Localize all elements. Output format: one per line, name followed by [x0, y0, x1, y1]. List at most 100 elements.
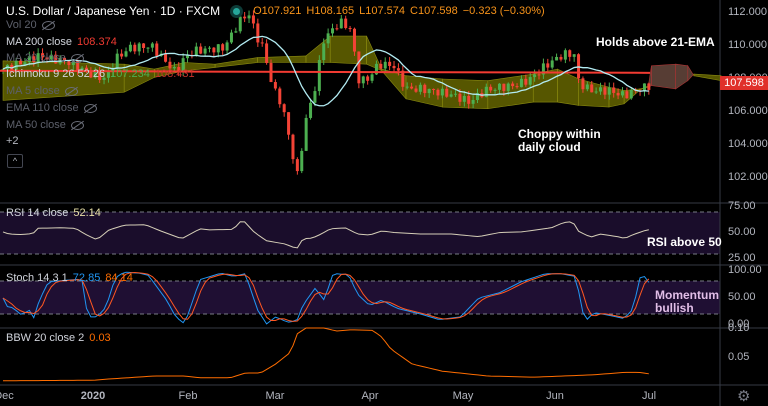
ichimoku-cloud-segment: [651, 63, 676, 90]
candle-body: [647, 83, 651, 90]
settings-gear-icon[interactable]: ⚙: [737, 387, 750, 405]
candle-body: [207, 47, 211, 49]
legend-more-label: +2: [6, 135, 19, 147]
annotation-momentum-line2: bullish: [655, 301, 694, 315]
candle-body: [146, 47, 150, 49]
candle-body: [278, 88, 282, 105]
candle-body: [590, 84, 594, 93]
candle-body: [427, 88, 431, 94]
legend-vol-label: Vol 20: [6, 19, 37, 31]
time-tick: 2020: [80, 390, 106, 402]
candle-body: [603, 87, 607, 95]
candle-body: [352, 28, 356, 52]
time-tick: Jul: [641, 390, 657, 402]
annotation-rsi: RSI above 50: [647, 235, 722, 249]
candle-body: [493, 89, 497, 91]
time-tick: Mar: [265, 390, 285, 402]
legend-ema110[interactable]: EMA 110 close: [6, 102, 97, 114]
legend-bbw[interactable]: BBW 20 close 2 0.03: [6, 332, 111, 344]
collapse-legend-button[interactable]: ^: [7, 154, 23, 168]
candle-body: [383, 61, 387, 69]
legend-more[interactable]: +2: [6, 135, 19, 147]
candle-body: [120, 53, 124, 57]
ichimoku-cloud-segment: [687, 64, 695, 82]
price-tick: 104.000: [728, 138, 768, 150]
rsi-tick: 50.00: [728, 226, 756, 238]
legend-ichimoku-label: Ichimoku 9 26 52 26: [6, 68, 106, 80]
legend-ichimoku[interactable]: Ichimoku 9 26 52 26 107.234 108.431: [6, 68, 195, 80]
legend-vol[interactable]: Vol 20: [6, 19, 55, 31]
legend-stoch[interactable]: Stoch 14 3 1 72.85 84.14: [6, 272, 133, 284]
legend-ma50[interactable]: MA 50 close: [6, 119, 84, 131]
candle-body: [497, 83, 501, 90]
candle-body: [212, 47, 216, 53]
legend-ma200-label: MA 200 close: [6, 36, 73, 48]
hidden-eye-icon[interactable]: [41, 20, 55, 30]
candle-body: [572, 54, 576, 57]
hidden-eye-icon[interactable]: [83, 103, 97, 113]
hidden-eye-icon[interactable]: [70, 53, 84, 63]
candle-body: [559, 56, 563, 60]
ohlc-change: −0.323 (−0.30%): [462, 5, 545, 17]
candle-body: [225, 42, 229, 51]
legend-ma50-label: MA 50 close: [6, 119, 66, 131]
candle-body: [348, 28, 352, 30]
price-tick: 106.000: [728, 105, 768, 117]
time-tick: Feb: [178, 390, 198, 402]
candle-body: [405, 86, 409, 88]
candle-body: [366, 76, 370, 81]
legend-ma20[interactable]: MA 20 close: [6, 52, 84, 64]
ichimoku-cloud-segment: [693, 73, 722, 82]
candle-body: [515, 86, 519, 88]
legend-ma5-label: MA 5 close: [6, 85, 60, 97]
ohlc-open: O107.921: [253, 5, 302, 17]
legend-stoch-label: Stoch 14 3 1: [6, 272, 68, 284]
legend-ichimoku-value-1: 107.234: [110, 68, 150, 80]
candle-body: [203, 48, 207, 54]
candle-body: [585, 84, 589, 90]
candle-body: [612, 87, 616, 93]
candle-body: [370, 74, 374, 81]
legend-rsi-value: 52.14: [73, 207, 101, 219]
candle-body: [519, 78, 523, 88]
candle-body: [568, 50, 572, 57]
candle-body: [313, 91, 317, 103]
legend-rsi[interactable]: RSI 14 close 52.14: [6, 207, 101, 219]
stoch-tick: 100.00: [728, 264, 762, 276]
candle-body: [335, 28, 339, 30]
candle-body: [216, 44, 220, 53]
legend-ma5[interactable]: MA 5 close: [6, 85, 78, 97]
candle-body: [339, 18, 343, 29]
candle-body: [300, 150, 304, 172]
candle-body: [142, 43, 146, 48]
candle-body: [436, 89, 440, 96]
candle-body: [326, 33, 330, 44]
ichimoku-cloud-segment: [305, 35, 331, 63]
rsi-tick: 25.00: [728, 252, 756, 264]
candle-body: [594, 91, 598, 93]
legend-ma200[interactable]: MA 200 close 108.374: [6, 36, 117, 48]
ohlc-high: H108.165: [306, 5, 355, 17]
candle-body: [260, 42, 264, 44]
legend-stoch-d-value: 84.14: [105, 272, 133, 284]
ohlc-close: C107.598: [410, 5, 458, 17]
candle-body: [607, 87, 611, 95]
symbol-title[interactable]: U.S. Dollar / Japanese Yen · 1D · FXCM: [6, 4, 220, 18]
candle-body: [282, 104, 286, 113]
candle-body: [599, 87, 603, 92]
candle-body: [155, 43, 159, 56]
hidden-eye-icon[interactable]: [64, 86, 78, 96]
candle-body: [440, 88, 444, 96]
candle-body: [511, 83, 515, 87]
candle-body: [115, 53, 119, 69]
legend-ma20-label: MA 20 close: [6, 52, 66, 64]
candle-body: [471, 100, 475, 104]
chart-header: U.S. Dollar / Japanese Yen · 1D · FXCM O…: [6, 4, 545, 18]
chart-canvas[interactable]: [0, 0, 768, 406]
candle-body: [392, 65, 396, 69]
candle-body: [331, 28, 335, 34]
hidden-eye-icon[interactable]: [70, 120, 84, 130]
candle-body: [357, 51, 361, 84]
candle-body: [524, 78, 528, 85]
candle-body: [199, 46, 203, 54]
